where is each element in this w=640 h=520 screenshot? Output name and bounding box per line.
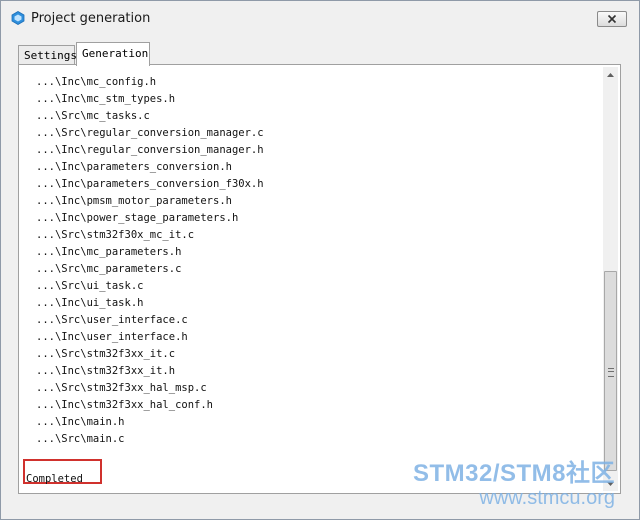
vertical-scrollbar[interactable] (603, 67, 618, 491)
status-text: Completed (26, 473, 83, 485)
log-line: ...\Inc\power_stage_parameters.h (36, 212, 239, 224)
title-bar[interactable]: Project generation (1, 1, 639, 37)
tab-generation[interactable]: Generation (76, 42, 150, 66)
log-line: ...\Inc\main.h (36, 416, 125, 428)
log-line: ...\Src\regular_conversion_manager.c (36, 127, 264, 139)
log-line: ...\Inc\mc_config.h (36, 76, 157, 88)
close-button[interactable] (597, 11, 627, 27)
log-line: ...\Inc\parameters_conversion_f30x.h (36, 178, 264, 190)
log-line: ...\Src\mc_parameters.c (36, 263, 182, 275)
log-line: ...\Inc\stm32f3xx_hal_conf.h (36, 399, 214, 411)
log-line: ...\Src\stm32f30x_mc_it.c (36, 229, 195, 241)
log-line: ...\Src\main.c (36, 433, 125, 445)
tab-settings[interactable]: Settings (18, 45, 77, 64)
log-line: ...\Inc\mc_stm_types.h (36, 93, 176, 105)
log-line: ...\Inc\user_interface.h (36, 331, 188, 343)
watermark: STM32/STM8社区 www.stmcu.org (412, 460, 615, 510)
log-line: ...\Src\user_interface.c (36, 314, 188, 326)
log-line: ...\Src\stm32f3xx_it.c (36, 348, 176, 360)
log-line: ...\Src\mc_tasks.c (36, 110, 150, 122)
log-line: ...\Inc\pmsm_motor_parameters.h (36, 195, 232, 207)
scroll-thumb[interactable] (604, 271, 617, 471)
scroll-grip-icon (608, 368, 614, 377)
project-generation-window: Project generation Settings Generation .… (0, 0, 640, 520)
log-line: ...\Inc\ui_task.h (36, 297, 144, 309)
scroll-up-arrow-icon (607, 72, 614, 77)
watermark-title: STM32/STM8社区 (412, 460, 615, 487)
log-line: ...\Inc\mc_parameters.h (36, 246, 182, 258)
generation-panel: ...\Inc\mc_config.h ...\Inc\mc_stm_types.… (18, 64, 621, 494)
generation-log[interactable]: ...\Inc\mc_config.h ...\Inc\mc_stm_types.… (21, 67, 604, 491)
watermark-url: www.stmcu.org (479, 487, 615, 509)
log-line: ...\Inc\parameters_conversion.h (36, 161, 232, 173)
log-line: ...\Src\ui_task.c (36, 280, 144, 292)
log-line: ...\Inc\regular_conversion_manager.h (36, 144, 264, 156)
log-line: ...\Src\stm32f3xx_hal_msp.c (36, 382, 207, 394)
window-title: Project generation (31, 11, 151, 26)
log-line: ...\Inc\stm32f3xx_it.h (36, 365, 176, 377)
close-icon (607, 14, 617, 24)
app-hexagon-icon (11, 11, 25, 25)
scroll-up-button[interactable] (603, 67, 618, 82)
